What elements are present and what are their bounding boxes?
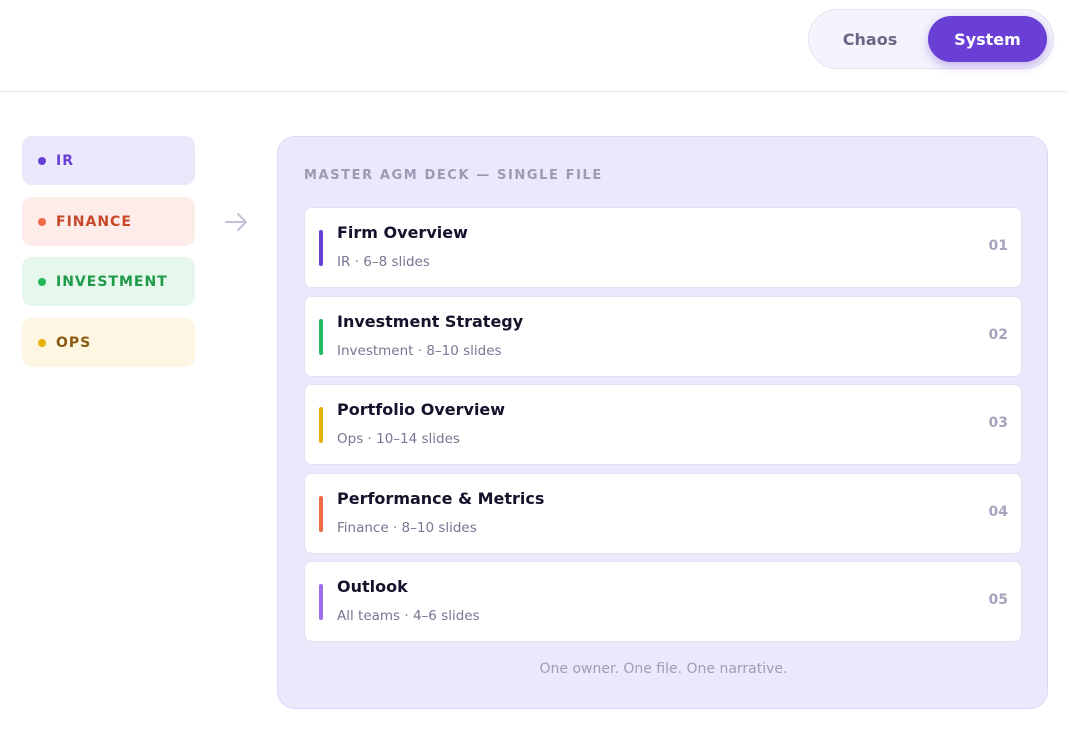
- slide-number: 05: [988, 592, 1008, 608]
- slide-name: Performance & Metrics: [337, 489, 545, 508]
- team-label: IR: [56, 152, 74, 169]
- team-chip-investment: INVESTMENT: [22, 257, 195, 306]
- slide-meta: Ops · 10–14 slides: [337, 431, 460, 447]
- slide-name: Firm Overview: [337, 223, 468, 242]
- team-chip-ir: IR: [22, 136, 195, 185]
- slide-row[interactable]: Performance & Metrics Finance · 8–10 sli…: [304, 473, 1022, 554]
- slide-row[interactable]: Outlook All teams · 4–6 slides 05: [304, 561, 1022, 642]
- color-bar: [319, 496, 323, 532]
- chaos-system-toggle[interactable]: Chaos System: [808, 9, 1054, 69]
- team-label: OPS: [56, 334, 92, 351]
- slide-number: 01: [988, 238, 1008, 254]
- team-dot: [38, 338, 46, 347]
- slide-number: 04: [988, 504, 1008, 520]
- deck-footer-note: One owner. One file. One narrative.: [539, 661, 788, 677]
- slide-row[interactable]: Portfolio Overview Ops · 10–14 slides 03: [304, 384, 1022, 465]
- team-dot: [38, 217, 46, 226]
- slide-name: Outlook: [337, 577, 408, 596]
- slide-meta: IR · 6–8 slides: [337, 254, 430, 270]
- team-dot: [38, 156, 46, 165]
- color-bar: [319, 319, 323, 355]
- team-label: INVESTMENT: [56, 273, 168, 290]
- slide-number: 02: [988, 327, 1008, 343]
- slide-row[interactable]: Firm Overview IR · 6–8 slides 01: [304, 207, 1022, 288]
- slide-row[interactable]: Investment Strategy Investment · 8–10 sl…: [304, 296, 1022, 377]
- team-label: FINANCE: [56, 213, 132, 230]
- toggle-option-chaos[interactable]: Chaos: [815, 16, 925, 62]
- color-bar: [319, 407, 323, 443]
- slide-name: Portfolio Overview: [337, 400, 506, 419]
- arrow-right-icon: [225, 213, 247, 231]
- slide-meta: Finance · 8–10 slides: [337, 520, 477, 536]
- team-chip-finance: FINANCE: [22, 197, 195, 246]
- master-deck-panel: MASTER AGM DECK — SINGLE FILE Firm Overv…: [277, 136, 1048, 709]
- toggle-option-system[interactable]: System: [928, 16, 1047, 62]
- slide-meta: All teams · 4–6 slides: [337, 608, 480, 624]
- team-dot: [38, 277, 46, 286]
- slide-meta: Investment · 8–10 slides: [337, 343, 502, 359]
- team-chip-ops: OPS: [22, 318, 195, 367]
- color-bar: [319, 230, 323, 266]
- slide-number: 03: [988, 415, 1008, 431]
- color-bar: [319, 584, 323, 620]
- top-bar: Chaos System: [0, 0, 1067, 92]
- slide-name: Investment Strategy: [337, 312, 524, 331]
- deck-title: MASTER AGM DECK — SINGLE FILE: [304, 168, 603, 183]
